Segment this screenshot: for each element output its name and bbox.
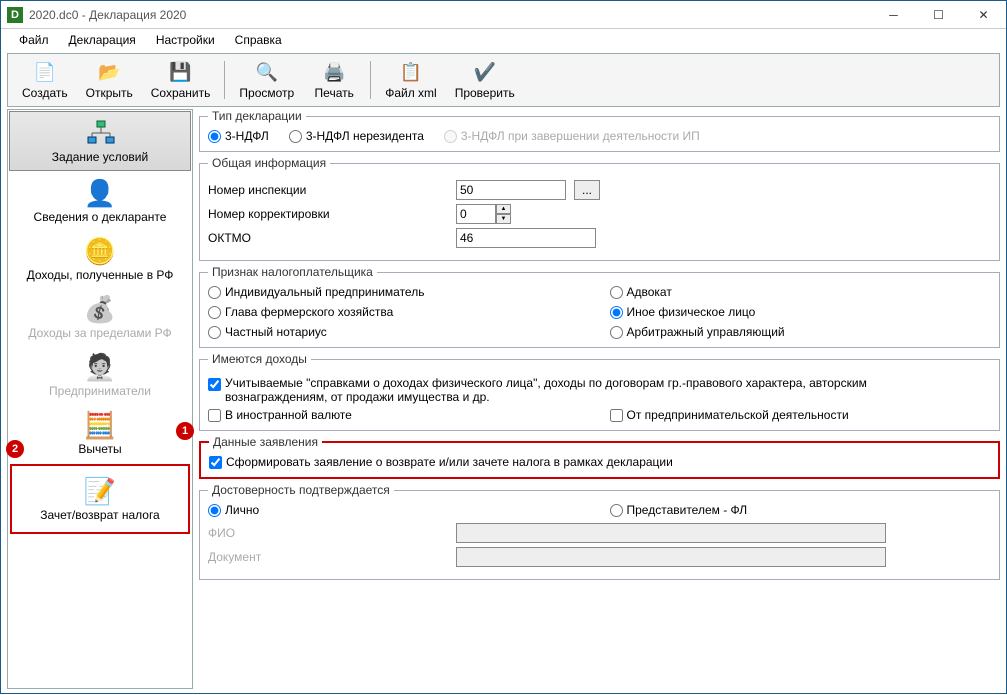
radio-personal[interactable]: Лично: [208, 503, 590, 517]
radio-3ndfl-ip: 3-НДФЛ при завершении деятельности ИП: [444, 129, 700, 143]
menu-declaration[interactable]: Декларация: [61, 31, 144, 49]
group-legend: Данные заявления: [209, 435, 322, 449]
oktmo-label: ОКТМО: [208, 231, 448, 245]
preview-button[interactable]: 🔍Просмотр: [231, 58, 302, 102]
spin-down-icon[interactable]: ▼: [496, 214, 511, 224]
content-area: Тип декларации 3-НДФЛ 3-НДФЛ нерезидента…: [193, 109, 1000, 689]
group-legend: Имеются доходы: [208, 352, 311, 366]
doc-label: Документ: [208, 550, 448, 564]
trust-group: Достоверность подтверждается Лично Предс…: [199, 483, 1000, 580]
taxpayer-group: Признак налогоплательщика Индивидуальный…: [199, 265, 1000, 348]
correction-spinner[interactable]: ▲▼: [456, 204, 511, 224]
check-spravki[interactable]: Учитываемые "справками о доходах физичес…: [208, 376, 925, 404]
inspection-label: Номер инспекции: [208, 183, 448, 197]
toolbar: 📄Создать 📂Открыть 💾Сохранить 🔍Просмотр 🖨…: [7, 53, 1000, 107]
group-legend: Достоверность подтверждается: [208, 483, 394, 497]
radio-3ndfl[interactable]: 3-НДФЛ: [208, 129, 269, 143]
radio-3ndfl-nonresident[interactable]: 3-НДФЛ нерезидента: [289, 129, 424, 143]
decl-type-group: Тип декларации 3-НДФЛ 3-НДФЛ нерезидента…: [199, 109, 1000, 152]
radio-advocate[interactable]: Адвокат: [610, 285, 992, 299]
xml-icon: 📋: [399, 60, 423, 84]
income-group: Имеются доходы Учитываемые "справками о …: [199, 352, 1000, 431]
radio-ip[interactable]: Индивидуальный предприниматель: [208, 285, 590, 299]
deductions-icon: 🧮: [84, 410, 116, 440]
xml-button[interactable]: 📋Файл xml: [377, 58, 445, 102]
sidebar-label: Сведения о декларанте: [34, 210, 167, 224]
sidebar-item-conditions[interactable]: Задание условий: [9, 111, 191, 171]
check-button[interactable]: ✔️Проверить: [447, 58, 523, 102]
sidebar-item-income-rf[interactable]: 🪙 Доходы, полученные в РФ: [8, 230, 192, 288]
inspection-input[interactable]: [456, 180, 566, 200]
entrepreneur-icon: 🧑‍💼: [84, 352, 116, 382]
check-form-application[interactable]: Сформировать заявление о возврате и/или …: [209, 455, 990, 469]
sidebar-label: Вычеты: [78, 442, 121, 456]
sidebar-label: Задание условий: [52, 150, 148, 164]
fio-label: ФИО: [208, 526, 448, 540]
tree-icon: [84, 118, 116, 148]
save-button[interactable]: 💾Сохранить: [143, 58, 219, 102]
group-legend: Признак налогоплательщика: [208, 265, 377, 279]
correction-label: Номер корректировки: [208, 207, 448, 221]
menubar: Файл Декларация Настройки Справка: [1, 29, 1006, 51]
print-icon: 🖨️: [322, 60, 346, 84]
new-doc-icon: 📄: [33, 60, 57, 84]
sidebar-label: Предприниматели: [49, 384, 151, 398]
sidebar: Задание условий 👤 Сведения о декларанте …: [7, 109, 193, 689]
person-icon: 👤: [84, 178, 116, 208]
sidebar-item-income-abroad: 💰 Доходы за пределами РФ: [8, 288, 192, 346]
titlebar: D 2020.dc0 - Декларация 2020 ─ ☐ ✕: [1, 1, 1006, 29]
sidebar-label: Зачет/возврат налога: [40, 508, 159, 522]
print-button[interactable]: 🖨️Печать: [304, 58, 364, 102]
minimize-button[interactable]: ─: [871, 1, 916, 29]
menu-settings[interactable]: Настройки: [148, 31, 223, 49]
inspection-lookup-button[interactable]: ...: [574, 180, 600, 200]
check-business[interactable]: От предпринимательской деятельности: [610, 408, 992, 422]
open-folder-icon: 📂: [97, 60, 121, 84]
badge-1: 1: [176, 422, 194, 440]
moneybag-icon: 💰: [84, 294, 116, 324]
app-icon: D: [7, 7, 23, 23]
check-icon: ✔️: [473, 60, 497, 84]
check-foreign[interactable]: В иностранной валюте: [208, 408, 590, 422]
spin-up-icon[interactable]: ▲: [496, 204, 511, 214]
application-group: Данные заявления Сформировать заявление …: [199, 435, 1000, 479]
save-icon: 💾: [169, 60, 193, 84]
group-legend: Общая информация: [208, 156, 330, 170]
sidebar-item-declarant[interactable]: 👤 Сведения о декларанте: [8, 172, 192, 230]
oktmo-input[interactable]: [456, 228, 596, 248]
group-legend: Тип декларации: [208, 109, 306, 123]
window-title: 2020.dc0 - Декларация 2020: [29, 8, 871, 22]
preview-icon: 🔍: [255, 60, 279, 84]
maximize-button[interactable]: ☐: [916, 1, 961, 29]
refund-icon: 📝: [84, 476, 116, 506]
sidebar-item-entrepreneurs: 🧑‍💼 Предприниматели: [8, 346, 192, 404]
create-button[interactable]: 📄Создать: [14, 58, 76, 102]
radio-farmer[interactable]: Глава фермерского хозяйства: [208, 305, 590, 319]
open-button[interactable]: 📂Открыть: [78, 58, 141, 102]
close-button[interactable]: ✕: [961, 1, 1006, 29]
fio-input: [456, 523, 886, 543]
radio-arbitr[interactable]: Арбитражный управляющий: [610, 325, 992, 339]
sidebar-item-refund[interactable]: 📝 Зачет/возврат налога: [10, 464, 190, 534]
menu-help[interactable]: Справка: [227, 31, 290, 49]
doc-input: [456, 547, 886, 567]
radio-other-person[interactable]: Иное физическое лицо: [610, 305, 992, 319]
general-info-group: Общая информация Номер инспекции ... Ном…: [199, 156, 1000, 261]
sidebar-item-deductions[interactable]: 🧮 Вычеты: [8, 404, 192, 462]
sidebar-label: Доходы, полученные в РФ: [27, 268, 174, 282]
correction-input[interactable]: [456, 204, 496, 224]
coins-icon: 🪙: [84, 236, 116, 266]
toolbar-separator: [370, 61, 371, 99]
sidebar-label: Доходы за пределами РФ: [28, 326, 171, 340]
badge-2: 2: [6, 440, 24, 458]
toolbar-separator: [224, 61, 225, 99]
menu-file[interactable]: Файл: [11, 31, 57, 49]
radio-notary[interactable]: Частный нотариус: [208, 325, 590, 339]
radio-representative[interactable]: Представителем - ФЛ: [610, 503, 992, 517]
